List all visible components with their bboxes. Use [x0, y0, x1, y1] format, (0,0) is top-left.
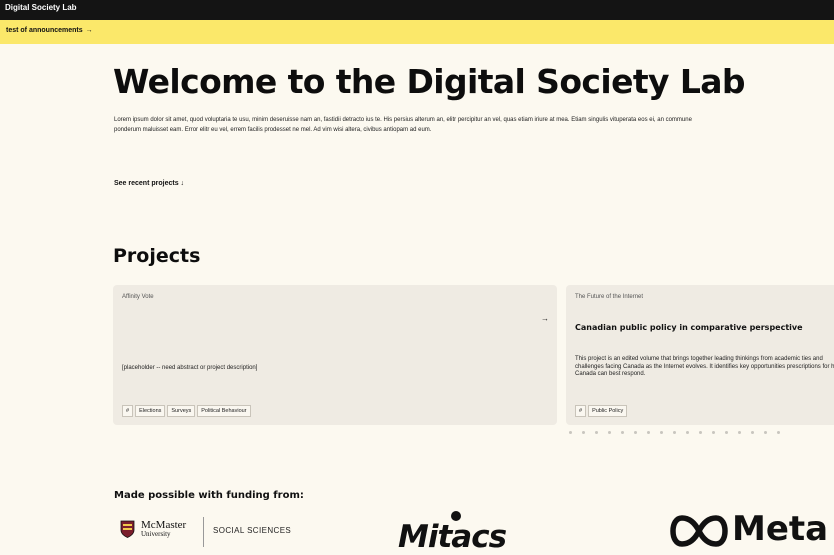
- project-card-heading: Canadian public policy in comparative pe…: [575, 323, 803, 332]
- tag-elections[interactable]: Elections: [135, 405, 166, 417]
- meta-logo: Meta: [670, 507, 834, 555]
- tag-surveys[interactable]: Surveys: [167, 405, 196, 417]
- project-card-title: The Future of the Internet: [575, 294, 644, 300]
- tag-political-behaviour[interactable]: Political Behaviour: [197, 405, 251, 417]
- carousel-dot[interactable]: [712, 431, 715, 434]
- project-card-title: Affinity Vote: [122, 294, 154, 300]
- carousel-pagination: [569, 431, 780, 434]
- carousel-dot[interactable]: [725, 431, 728, 434]
- mitacs-logo: Mitacs: [398, 511, 563, 555]
- carousel-dot[interactable]: [673, 431, 676, 434]
- mcmaster-crest-icon: [120, 520, 135, 538]
- carousel-dot[interactable]: [660, 431, 663, 434]
- meta-wordmark: Meta: [732, 509, 829, 549]
- carousel-dot[interactable]: [621, 431, 624, 434]
- funding-heading: Made possible with funding from:: [114, 490, 304, 501]
- see-recent-projects-label: See recent projects: [114, 180, 179, 187]
- carousel-dot[interactable]: [582, 431, 585, 434]
- hash-icon: #: [575, 405, 587, 417]
- project-card[interactable]: Affinity Vote → [placeholder -- need abs…: [113, 285, 557, 425]
- faculty-name: SOCIAL SCIENCES: [213, 526, 292, 535]
- announcement-link[interactable]: test of announcements →: [6, 27, 93, 34]
- carousel-dot[interactable]: [595, 431, 598, 434]
- logo-divider: [203, 517, 204, 547]
- see-recent-projects-link[interactable]: See recent projects ↓: [114, 180, 184, 187]
- tag-public-policy[interactable]: Public Policy: [588, 405, 628, 417]
- arrow-right-icon[interactable]: →: [541, 314, 549, 323]
- carousel-dot[interactable]: [751, 431, 754, 434]
- top-navbar: Digital Society Lab: [0, 0, 834, 20]
- hash-icon: #: [122, 405, 134, 417]
- project-tags: # Public Policy: [575, 405, 628, 417]
- carousel-dot[interactable]: [647, 431, 650, 434]
- carousel-dot[interactable]: [738, 431, 741, 434]
- project-card-description: This project is an edited volume that br…: [575, 356, 834, 377]
- mcmaster-subtitle: University: [141, 530, 171, 538]
- arrow-right-icon: →: [85, 27, 93, 34]
- carousel-dot[interactable]: [699, 431, 702, 434]
- projects-heading: Projects: [113, 245, 201, 267]
- mitacs-wordmark: Mitacs: [398, 519, 507, 555]
- site-brand-link[interactable]: Digital Society Lab: [5, 3, 77, 12]
- announcement-text: test of announcements: [6, 27, 83, 34]
- page-title: Welcome to the Digital Society Lab: [113, 62, 746, 101]
- carousel-dot[interactable]: [777, 431, 780, 434]
- carousel-dot[interactable]: [764, 431, 767, 434]
- arrow-down-icon: ↓: [180, 180, 185, 187]
- carousel-dot[interactable]: [608, 431, 611, 434]
- announcement-bar: test of announcements →: [0, 20, 834, 44]
- project-card[interactable]: The Future of the Internet Canadian publ…: [566, 285, 834, 425]
- project-card-description: [placeholder -- need abstract or project…: [122, 365, 258, 371]
- carousel-dot[interactable]: [686, 431, 689, 434]
- carousel-dot[interactable]: [634, 431, 637, 434]
- project-tags: # Elections Surveys Political Behaviour: [122, 405, 251, 417]
- carousel-dot[interactable]: [569, 431, 572, 434]
- intro-paragraph: Lorem ipsum dolor sit amet, quod volupta…: [114, 117, 692, 133]
- meta-infinity-icon: [670, 515, 728, 547]
